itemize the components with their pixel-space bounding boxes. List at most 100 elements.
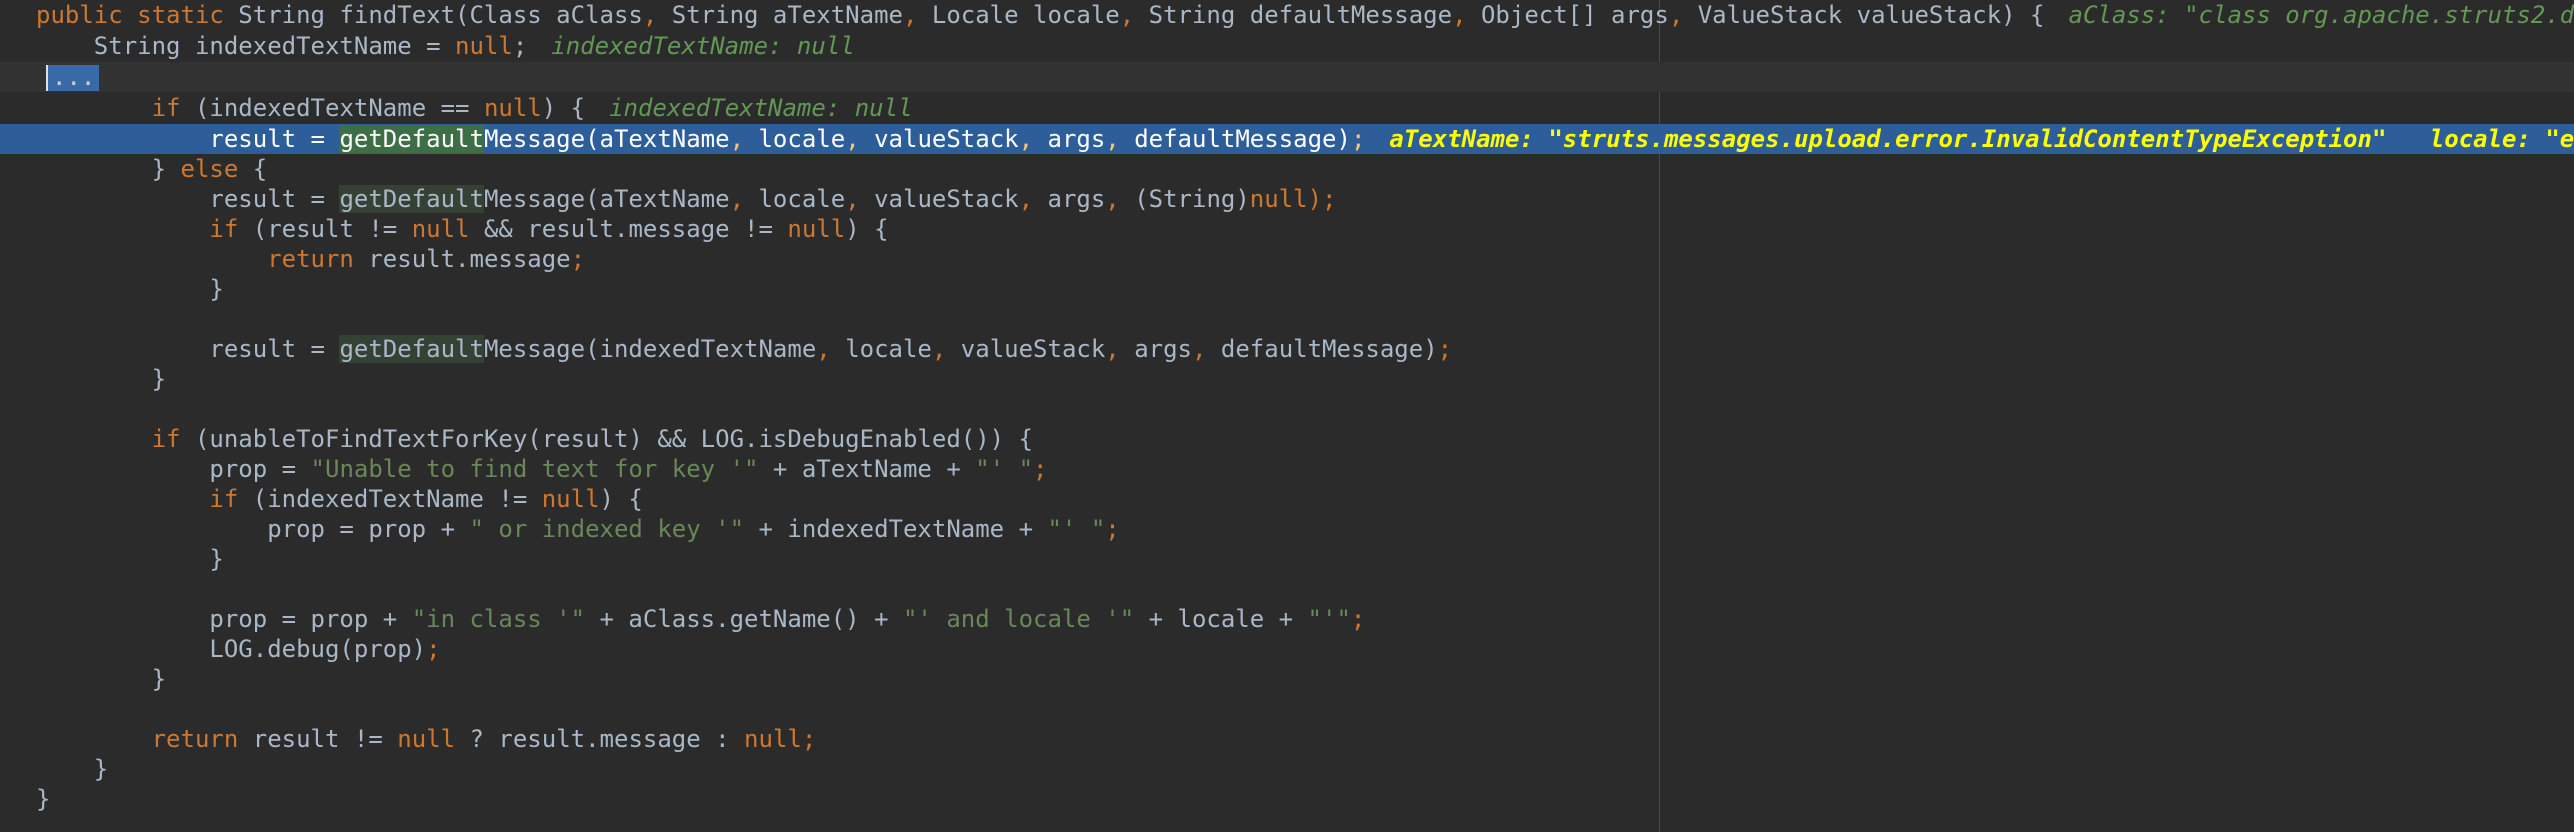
code-token: return xyxy=(267,245,369,273)
code-token: ValueStack valueStack) { xyxy=(1697,1,2045,29)
code-token: , xyxy=(1192,335,1221,363)
code-text: result = getDefaultMessage(aTextName, lo… xyxy=(36,124,2574,154)
code-token: ); xyxy=(1307,185,1337,213)
code-line[interactable]: prop = prop + " or indexed key '" + inde… xyxy=(0,514,2574,544)
code-token: null xyxy=(541,485,600,513)
code-line[interactable]: } xyxy=(0,364,2574,394)
code-text: } else { xyxy=(36,154,268,184)
code-token: ; xyxy=(1105,515,1120,543)
code-token: ; xyxy=(1350,605,1366,633)
folded-code-placeholder[interactable]: ... xyxy=(46,65,100,91)
code-text: return result.message; xyxy=(36,244,585,274)
code-token: , xyxy=(1119,1,1149,29)
code-token: + aTextName + xyxy=(758,455,976,483)
code-line[interactable]: if (result != null && result.message != … xyxy=(0,214,2574,244)
code-token: ; xyxy=(512,32,528,60)
code-token: , xyxy=(845,125,875,153)
code-token: "in class '" xyxy=(411,605,586,633)
code-token: , xyxy=(1668,1,1698,29)
code-line[interactable]: String indexedTextName = null; indexedTex… xyxy=(0,31,2574,61)
inline-debug-value[interactable]: indexedTextName: null xyxy=(609,94,912,122)
code-token: "' and locale '" xyxy=(902,605,1135,633)
code-line[interactable] xyxy=(0,694,2574,724)
code-token: locale xyxy=(758,125,846,153)
code-line[interactable]: } xyxy=(0,784,2574,814)
code-text: if (indexedTextName != null) { xyxy=(36,484,643,514)
code-token: ; xyxy=(570,245,586,273)
code-token: "Unable to find text for key '" xyxy=(310,455,759,483)
code-token: result = xyxy=(36,185,340,213)
code-token: result = xyxy=(36,335,340,363)
code-token: args xyxy=(1047,185,1106,213)
code-token: } xyxy=(36,665,167,693)
code-token: LOG.debug(prop) xyxy=(36,635,427,663)
code-token: ) { xyxy=(845,215,889,243)
code-token: null xyxy=(411,215,484,243)
code-line[interactable]: } xyxy=(0,754,2574,784)
usage-highlight: getDefault xyxy=(339,335,484,363)
code-token: Locale locale xyxy=(931,1,1120,29)
code-line[interactable]: if (indexedTextName == null) {indexedTex… xyxy=(0,93,2574,123)
code-text: prop = prop + " or indexed key '" + inde… xyxy=(36,514,1120,544)
code-line[interactable]: ... xyxy=(0,62,2574,92)
code-token: "' " xyxy=(1047,515,1106,543)
code-token: else xyxy=(180,155,253,183)
code-token: ) { xyxy=(541,94,586,122)
code-line[interactable] xyxy=(0,394,2574,424)
code-text: if (unableToFindTextForKey(result) && LO… xyxy=(36,424,1033,454)
code-text: result = getDefaultMessage(aTextName, lo… xyxy=(36,184,1337,214)
code-token: + locale + xyxy=(1134,605,1308,633)
code-token: && result.message != xyxy=(483,215,788,243)
code-line[interactable]: prop = "Unable to find text for key '" +… xyxy=(0,454,2574,484)
inline-debug-value[interactable]: aClass: "class org.apache.struts2.dispat… xyxy=(2069,1,2574,29)
code-token: String findText(Class aClass xyxy=(238,1,643,29)
code-text: } xyxy=(36,364,166,394)
code-token: public static xyxy=(36,1,239,29)
code-line[interactable]: LOG.debug(prop); xyxy=(0,634,2574,664)
code-token: (unableToFindTextForKey(result) && LOG.i… xyxy=(194,425,1034,453)
code-token: locale xyxy=(758,185,846,213)
code-line[interactable]: } else { xyxy=(0,154,2574,184)
code-token: null xyxy=(787,215,846,243)
code-token: null xyxy=(397,725,470,753)
code-line[interactable]: if (unableToFindTextForKey(result) && LO… xyxy=(0,424,2574,454)
code-token: result != xyxy=(252,725,398,753)
code-line[interactable]: if (indexedTextName != null) { xyxy=(0,484,2574,514)
code-token: + indexedTextName + xyxy=(744,515,1048,543)
code-token: , xyxy=(1105,335,1135,363)
code-line[interactable]: } xyxy=(0,544,2574,574)
code-token: Message(aTextName xyxy=(483,185,730,213)
code-token: Object[] args xyxy=(1480,1,1669,29)
code-token: ; xyxy=(1437,335,1453,363)
code-token: (indexedTextName == xyxy=(194,94,484,122)
code-line[interactable]: prop = prop + "in class '" + aClass.getN… xyxy=(0,604,2574,634)
code-token: null xyxy=(455,32,513,60)
code-token: if xyxy=(209,215,253,243)
code-line[interactable]: return result != null ? result.message :… xyxy=(0,724,2574,754)
code-token: (indexedTextName != xyxy=(252,485,542,513)
code-text: if (indexedTextName == null) {indexedTex… xyxy=(36,93,913,123)
code-token: String indexedTextName = xyxy=(36,32,456,60)
code-text: prop = prop + "in class '" + aClass.getN… xyxy=(36,604,1365,634)
code-line[interactable] xyxy=(0,574,2574,604)
code-token: null xyxy=(483,94,542,122)
code-line[interactable] xyxy=(0,304,2574,334)
code-token: , xyxy=(1018,185,1048,213)
code-token: } xyxy=(36,545,224,573)
code-line[interactable]: } xyxy=(0,274,2574,304)
execution-point-line[interactable]: result = getDefaultMessage(aTextName, lo… xyxy=(0,124,2574,154)
inline-debug-value[interactable]: aTextName: "struts.messages.upload.error… xyxy=(1389,125,2574,153)
inline-debug-value[interactable]: indexedTextName: null xyxy=(551,32,854,60)
code-line[interactable]: result = getDefaultMessage(indexedTextNa… xyxy=(0,334,2574,364)
code-editor[interactable]: public static String findText(Class aCla… xyxy=(0,0,2574,832)
code-token: + aClass.getName() + xyxy=(585,605,903,633)
code-line[interactable]: } xyxy=(0,664,2574,694)
usage-highlight: getDefault xyxy=(339,125,484,153)
code-line[interactable]: return result.message; xyxy=(0,244,2574,274)
code-line[interactable]: result = getDefaultMessage(aTextName, lo… xyxy=(0,184,2574,214)
code-line[interactable]: public static String findText(Class aCla… xyxy=(0,0,2574,30)
code-token: "' " xyxy=(975,455,1034,483)
